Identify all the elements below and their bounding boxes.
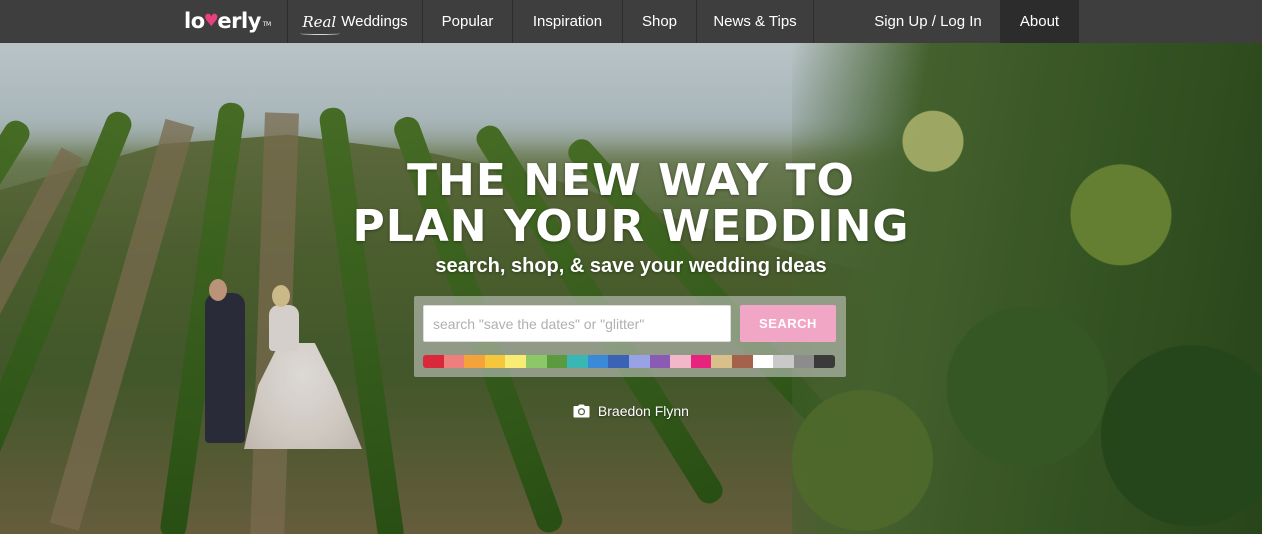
color-swatch-10[interactable] [628, 355, 650, 368]
color-swatch-5[interactable] [525, 355, 547, 368]
sign-up-log-in-label: Sign Up / Log In [874, 13, 982, 30]
color-swatch-18[interactable] [793, 355, 815, 368]
hero-overlay [0, 43, 1262, 534]
nav-about[interactable]: About [1000, 0, 1079, 43]
color-swatch-13[interactable] [690, 355, 712, 368]
color-swatch-4[interactable] [505, 355, 526, 368]
sign-up-log-in-link[interactable]: Sign Up / Log In [860, 0, 996, 43]
color-swatch-6[interactable] [546, 355, 568, 368]
hero-section: THE NEW WAY TO PLAN YOUR WEDDING search,… [0, 43, 1262, 534]
color-swatch-15[interactable] [731, 355, 753, 368]
real-script-logo: Real [300, 12, 341, 35]
hero-headline-line1: THE NEW WAY TO [407, 155, 855, 206]
nav-popular[interactable]: Popular [422, 0, 512, 43]
lovely-logo[interactable]: lo ♥ erly TM [184, 6, 271, 36]
photo-credit[interactable]: Braedon Flynn [0, 403, 1262, 419]
nav-news-tips-label: News & Tips [713, 13, 797, 30]
nav-popular-label: Popular [441, 13, 494, 30]
logo-tm: TM [262, 21, 271, 28]
nav-inspiration-label: Inspiration [532, 13, 603, 30]
color-swatch-17[interactable] [773, 355, 794, 368]
search-panel: SEARCH [414, 296, 846, 377]
color-swatch-1[interactable] [443, 355, 465, 368]
color-swatch-14[interactable] [711, 355, 732, 368]
top-nav: lo ♥ erly TM Real Weddings Popular Inspi… [0, 0, 1262, 43]
color-swatch-16[interactable] [752, 355, 774, 368]
color-swatch-2[interactable] [464, 355, 485, 368]
nav-news-tips[interactable]: News & Tips [696, 0, 814, 43]
color-swatch-3[interactable] [484, 355, 506, 368]
color-swatch-9[interactable] [608, 355, 629, 368]
color-swatch-8[interactable] [587, 355, 609, 368]
nav-shop-label: Shop [641, 13, 678, 30]
nav-shop[interactable]: Shop [622, 0, 696, 43]
color-swatch-bar [423, 355, 835, 368]
color-swatch-7[interactable] [567, 355, 588, 368]
nav-about-label: About [1019, 13, 1060, 30]
nav-inspiration[interactable]: Inspiration [512, 0, 622, 43]
camera-icon [573, 404, 590, 418]
color-swatch-19[interactable] [814, 355, 835, 368]
nav-real-weddings-label: Weddings [341, 13, 408, 30]
heart-icon: ♥ [203, 11, 219, 31]
color-swatch-0[interactable] [423, 355, 444, 368]
search-button[interactable]: SEARCH [740, 305, 836, 342]
logo-text-end: erly [217, 9, 261, 33]
search-input[interactable] [423, 305, 731, 342]
photo-credit-name: Braedon Flynn [597, 403, 689, 419]
hero-headline-line2: PLAN YOUR WEDDING [352, 201, 910, 252]
hero-subline: search, shop, & save your wedding ideas [435, 255, 827, 277]
color-swatch-11[interactable] [649, 355, 671, 368]
nav-real-weddings[interactable]: Real Weddings [287, 0, 422, 43]
logo-text-start: lo [184, 9, 205, 33]
color-swatch-12[interactable] [670, 355, 691, 368]
